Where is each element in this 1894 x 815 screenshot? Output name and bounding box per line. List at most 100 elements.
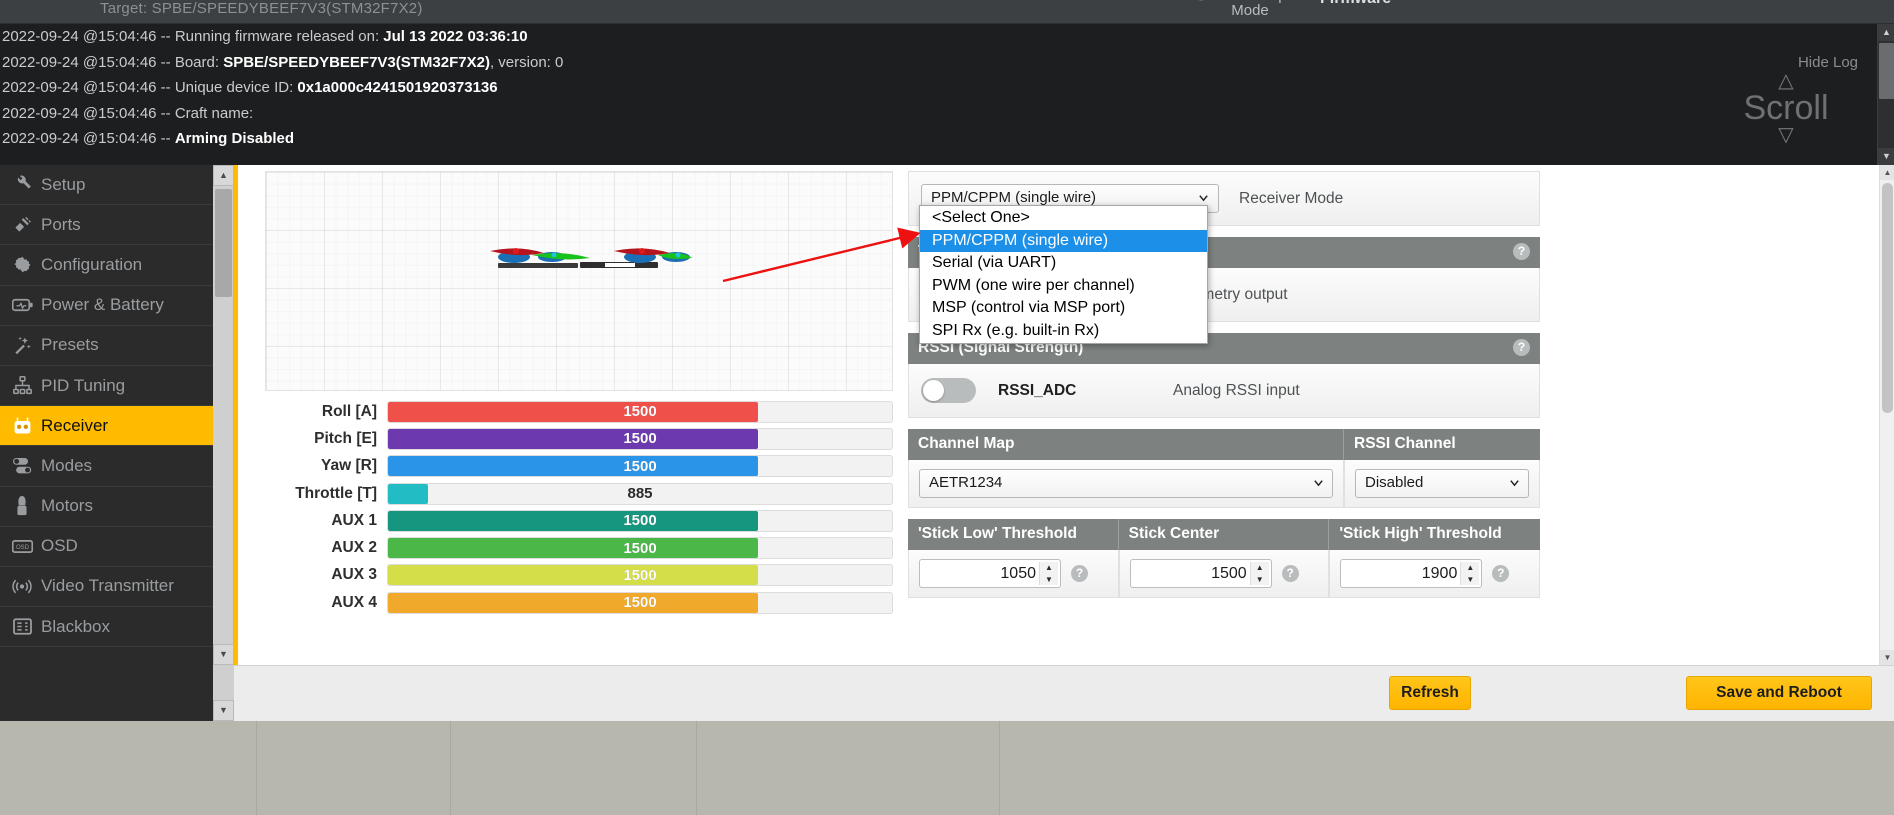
dropdown-option[interactable]: PPM/CPPM (single wire) <box>920 230 1207 253</box>
sidebar-nav: Setup Ports Configuration Power & BatteryPr… <box>0 165 213 665</box>
rssi-description: Analog RSSI input <box>1173 382 1300 400</box>
stepper-down-icon[interactable]: ▼ <box>1461 574 1479 586</box>
question-mark-icon[interactable]: ? <box>1071 565 1088 582</box>
sidebar-item-label: Motors <box>41 496 93 516</box>
sidebar-item-presets[interactable]: Presets <box>0 326 213 366</box>
channel-row: AUX 215001500 <box>265 534 893 561</box>
stepper-down-icon[interactable]: ▼ <box>1251 574 1269 586</box>
channel-map-select[interactable]: AETR1234 <box>919 469 1333 498</box>
log-line: 2022-09-24 @15:04:46 -- Craft name: <box>0 101 1894 127</box>
chevron-down-icon <box>1509 477 1520 488</box>
threshold-input[interactable]: 1050▲▼ <box>919 559 1061 588</box>
stepper-down-icon[interactable]: ▼ <box>1040 574 1058 586</box>
sidebar-scroll-up-icon[interactable]: ▲ <box>213 165 234 186</box>
sidebar-item-power-battery[interactable]: Power & Battery <box>0 286 213 326</box>
sidebar-scrollbar[interactable]: ▲ ▼ <box>213 165 234 665</box>
sidebar-item-receiver[interactable]: Receiver <box>0 406 213 446</box>
quadcopter-model-icon <box>462 235 692 275</box>
threshold-value: 1050 <box>1000 565 1036 583</box>
sidebar-item-osd[interactable]: OSDOSD <box>0 527 213 567</box>
sidebar-item-modes[interactable]: Modes <box>0 446 213 486</box>
channel-value: 885 <box>388 484 892 504</box>
dropdown-option[interactable]: MSP (control via MSP port) <box>920 297 1207 320</box>
channel-row: Roll [A]15001500 <box>265 398 893 425</box>
main-scroll-up-icon[interactable]: ▲ <box>1880 165 1894 180</box>
sidebar-scrollbar-thumb[interactable] <box>215 189 232 297</box>
rssi-adc-toggle[interactable] <box>921 378 976 403</box>
sidebar-item-setup[interactable]: Setup <box>0 165 213 205</box>
sidebar-scroll-down-icon[interactable]: ▼ <box>213 644 234 665</box>
threshold-input[interactable]: 1900▲▼ <box>1340 559 1482 588</box>
dropdown-option[interactable]: Serial (via UART) <box>920 252 1207 275</box>
sidebar-item-blackbox[interactable]: Blackbox <box>0 607 213 647</box>
firmware-target-label: Target: SPBE/SPEEDYBEEF7V3(STM32F7X2) <box>100 0 423 17</box>
top-header-bar: Target: SPBE/SPEEDYBEEF7V3(STM32F7X2) En… <box>0 0 1894 24</box>
scroll-up-arrow-icon[interactable]: ▲ <box>1878 24 1894 41</box>
main-scrollbar[interactable]: ▲ ▼ <box>1879 165 1894 665</box>
sidebar-scroll-down-icon[interactable]: ▼ <box>213 700 234 721</box>
channel-bars-list: Roll [A]15001500Pitch [E]15001500Yaw [R]… <box>265 398 893 616</box>
hide-log-button[interactable]: Hide Log <box>1798 54 1858 71</box>
sidebar-item-label: Configuration <box>41 255 142 275</box>
refresh-button[interactable]: Refresh <box>1389 676 1471 710</box>
channel-bar-track: 885885 <box>387 483 893 505</box>
log-scrollbar[interactable]: ▲ ▼ <box>1877 24 1894 165</box>
toggles-icon <box>7 455 37 477</box>
receiver-mode-label: Receiver Mode <box>1239 190 1343 208</box>
blackbox-icon <box>7 616 37 638</box>
sidebar-item-video-transmitter[interactable]: Video Transmitter <box>0 567 213 607</box>
question-mark-icon[interactable]: ? <box>1513 339 1530 356</box>
channel-label: Pitch [E] <box>265 430 387 448</box>
question-mark-icon[interactable]: ? <box>1492 565 1509 582</box>
stepper-up-icon[interactable]: ▲ <box>1461 562 1479 574</box>
main-scroll-down-icon[interactable]: ▼ <box>1880 650 1894 665</box>
stepper-up-icon[interactable]: ▲ <box>1251 562 1269 574</box>
threshold-value: 1500 <box>1211 565 1247 583</box>
sidebar-item-ports[interactable]: Ports <box>0 205 213 245</box>
chevron-down-icon[interactable]: ▽ <box>1726 126 1846 144</box>
log-line-text: 2022-09-24 @15:04:46 -- Board: <box>2 54 223 71</box>
dropdown-option[interactable]: PWM (one wire per channel) <box>920 275 1207 298</box>
log-line: 2022-09-24 @15:04:46 -- Running firmware… <box>0 24 1894 50</box>
dropdown-option[interactable]: SPI Rx (e.g. built-in Rx) <box>920 320 1207 343</box>
save-and-reboot-button[interactable]: Save and Reboot <box>1686 676 1872 710</box>
sidebar-item-configuration[interactable]: Configuration <box>0 245 213 285</box>
stepper-arrows[interactable]: ▲▼ <box>1039 562 1058 585</box>
question-mark-icon[interactable]: ? <box>1282 565 1299 582</box>
threshold-title: 'Stick Low' Threshold <box>908 519 1119 550</box>
sidebar-item-pid-tuning[interactable]: PID Tuning <box>0 366 213 406</box>
channel-bar-track: 15001500 <box>387 428 893 450</box>
stepper-up-icon[interactable]: ▲ <box>1040 562 1058 574</box>
rssi-channel-select[interactable]: Disabled <box>1355 469 1529 498</box>
threshold-input[interactable]: 1500▲▼ <box>1130 559 1272 588</box>
receiver-mode-dropdown-list[interactable]: <Select One>PPM/CPPM (single wire)Serial… <box>919 205 1208 344</box>
transmitter-icon <box>7 415 37 437</box>
channel-bar-track: 15001500 <box>387 592 893 614</box>
channel-row: AUX 415001500 <box>265 589 893 616</box>
channel-label: Roll [A] <box>265 403 387 421</box>
chevron-up-icon[interactable]: △ <box>1726 72 1846 90</box>
log-scrollbar-thumb[interactable] <box>1879 43 1894 99</box>
sidebar-scrollbar-footer[interactable]: ▼ <box>213 665 234 721</box>
rssi-adc-name: RSSI_ADC <box>998 382 1173 400</box>
stepper-arrows[interactable]: ▲▼ <box>1460 562 1479 585</box>
channel-map-value: AETR1234 <box>929 474 1002 491</box>
stepper-arrows[interactable]: ▲▼ <box>1250 562 1269 585</box>
main-scrollbar-thumb[interactable] <box>1882 183 1893 413</box>
expert-mode-dot-icon <box>1196 0 1206 1</box>
battery-icon <box>7 294 37 316</box>
log-line-value: Arming Disabled <box>175 130 294 147</box>
channel-label: AUX 3 <box>265 566 387 584</box>
sidebar-item-motors[interactable]: Motors <box>0 487 213 527</box>
log-scroll-control[interactable]: △ Scroll ▽ <box>1726 72 1846 144</box>
log-line: 2022-09-24 @15:04:46 -- Unique device ID… <box>0 75 1894 101</box>
expert-mode-toggle[interactable]: Enable Expert Mode <box>1180 0 1320 18</box>
channel-map-title: Channel Map <box>908 429 1344 460</box>
sidebar-item-label: Ports <box>41 215 81 235</box>
scroll-down-arrow-icon[interactable]: ▼ <box>1878 148 1894 165</box>
dropdown-option[interactable]: <Select One> <box>920 207 1207 230</box>
question-mark-icon[interactable]: ? <box>1513 243 1530 260</box>
log-line-text: 2022-09-24 @15:04:46 -- Unique device ID… <box>2 79 297 96</box>
threshold-title: 'Stick High' Threshold <box>1329 519 1540 550</box>
firmware-tab[interactable]: Firmware <box>1320 0 1391 8</box>
